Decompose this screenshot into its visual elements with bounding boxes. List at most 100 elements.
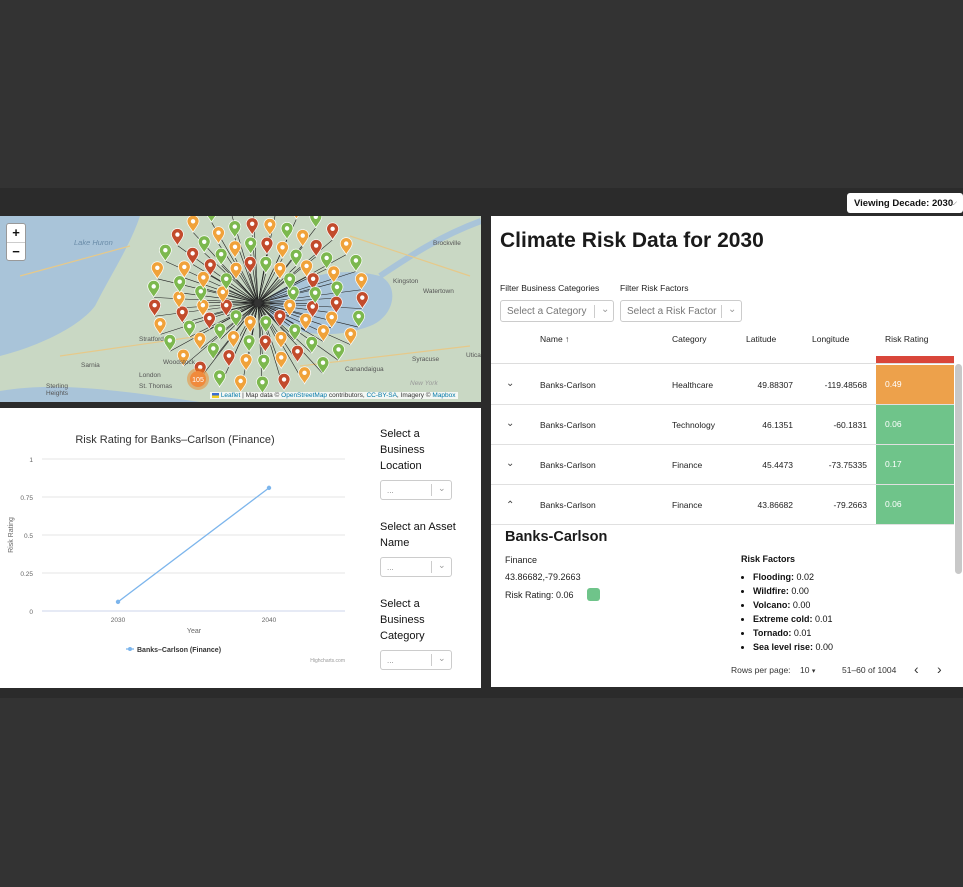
pin-dot	[309, 340, 314, 345]
pin-dot	[247, 260, 253, 265]
y-axis-title: Risk Rating	[8, 517, 15, 553]
license-link[interactable]: CC-BY-SA	[366, 392, 396, 399]
pin-dot	[330, 226, 335, 232]
rows-per-page-select[interactable]: 10 ▾	[800, 665, 815, 675]
pin-dot	[217, 326, 223, 332]
osm-link[interactable]: OpenStreetMap	[281, 392, 327, 399]
risk-factor-item: Wildfire: 0.00	[753, 584, 833, 598]
column-header-latitude[interactable]: Latitude	[746, 334, 776, 344]
category-filter-label: Filter Business Categories	[500, 283, 600, 293]
risk-factor-item: Extreme cold: 0.01	[753, 612, 833, 626]
pin-dot	[343, 241, 349, 246]
zoom-out-button[interactable]: −	[7, 243, 25, 261]
pin-dot	[151, 284, 156, 289]
detail-category: Finance	[505, 555, 538, 565]
pin-dot	[190, 251, 195, 256]
cell-risk-rating: 0.06	[876, 485, 954, 524]
risk-factor-value: 0.00	[813, 642, 834, 652]
next-page-button[interactable]: ›	[937, 661, 942, 677]
risk-factors-title: Risk Factors	[741, 554, 796, 564]
pin-dot	[263, 319, 269, 324]
expand-row-icon[interactable]: ⌄	[506, 418, 514, 429]
pin-dot	[356, 314, 361, 319]
pin-dot	[233, 313, 239, 318]
pin-dot	[331, 269, 336, 275]
column-header-longitude[interactable]: Longitude	[812, 334, 849, 344]
pin-dot	[246, 338, 252, 343]
cell-name: Banks-Carlson	[540, 420, 596, 430]
pin-dot	[287, 276, 292, 282]
pin-dot	[263, 260, 269, 265]
pin-dot	[277, 266, 283, 271]
map[interactable]: 105	[0, 216, 481, 402]
risk-factor-name: Flooding:	[753, 572, 794, 582]
risk-factor-item: Flooding: 0.02	[753, 570, 833, 584]
pin-dot	[218, 252, 224, 257]
mapbox-link[interactable]: Mapbox	[432, 392, 455, 399]
detail-risk-rating: Risk Rating: 0.06	[505, 590, 574, 600]
rows-per-page-value: 10	[800, 665, 810, 675]
pin-dot	[321, 328, 326, 333]
previous-page-button[interactable]: ‹	[914, 661, 919, 677]
pin-dot	[247, 319, 253, 324]
risk-color-swatch	[587, 588, 600, 601]
pin-dot	[155, 265, 160, 270]
pin-dot	[198, 289, 204, 294]
cell-risk-rating: 0.06	[876, 405, 954, 444]
asset-name-select[interactable]: ... ⌄	[380, 557, 452, 577]
pin-dot	[263, 338, 268, 344]
zoom-in-button[interactable]: +	[7, 224, 25, 243]
pin-dot	[250, 221, 255, 226]
pin-dot	[313, 243, 319, 248]
pin-dot	[187, 323, 192, 329]
column-header-category[interactable]: Category	[672, 334, 707, 344]
pin-dot	[190, 219, 196, 224]
pin-dot	[260, 379, 265, 385]
expand-row-icon[interactable]: ⌄	[506, 458, 514, 469]
expand-row-icon[interactable]: ⌄	[506, 378, 514, 389]
collapse-row-icon[interactable]: ⌃	[506, 500, 514, 511]
map-label-utica: Utica	[466, 352, 481, 359]
cell-latitude: 45.4473	[762, 460, 793, 470]
pin-dot	[176, 294, 182, 300]
pin-dot	[353, 258, 359, 263]
map-canvas[interactable]: 105	[0, 216, 481, 402]
pin-dot	[167, 338, 173, 343]
chevron-down-icon: ⌵	[950, 197, 957, 207]
leaflet-link[interactable]: Leaflet	[221, 392, 241, 399]
cell-category: Technology	[672, 420, 716, 430]
risk-factor-name: Sea level rise:	[753, 642, 814, 652]
pin-dot	[177, 279, 182, 284]
risk-factor-filter-select[interactable]: Select a Risk Factor ⌄	[620, 300, 742, 322]
risk-factor-name: Extreme cold:	[753, 614, 813, 624]
asset-name-label: Select an Asset Name	[380, 521, 456, 549]
pin-dot	[180, 309, 185, 315]
pin-dot	[157, 321, 163, 326]
column-header-name[interactable]: Name ↑	[540, 334, 569, 344]
category-filter-select[interactable]: Select a Category ⌄	[500, 300, 614, 322]
pin-dot	[216, 230, 221, 235]
x-tick-label: 2040	[262, 617, 277, 624]
map-label-sarnia: Sarnia	[81, 362, 100, 369]
y-tick-label: 0.75	[20, 495, 33, 502]
column-header-risk-rating[interactable]: Risk Rating	[885, 334, 928, 344]
risk-factors-list: Flooding: 0.02 Wildfire: 0.00 Volcano: 0…	[741, 570, 833, 654]
cell-category: Healthcare	[672, 380, 714, 390]
y-tick-label: 0.5	[24, 533, 33, 540]
business-category-select[interactable]: ... ⌄	[380, 650, 452, 670]
pin-dot	[360, 295, 365, 300]
pin-dot	[281, 377, 287, 382]
select-value: ...	[387, 656, 394, 665]
decade-selector[interactable]: Viewing Decade: 2030 ⌵	[847, 193, 963, 213]
x-axis-title: Year	[187, 628, 202, 635]
select-placeholder: Select a Category	[507, 306, 587, 317]
cell-longitude: -119.48568	[824, 380, 867, 390]
detail-title: Banks-Carlson	[505, 529, 608, 545]
chevron-down-icon: ⌄	[438, 560, 446, 570]
scrollbar[interactable]	[955, 364, 962, 574]
business-location-select[interactable]: ... ⌄	[380, 480, 452, 500]
pin-dot	[248, 240, 253, 246]
decade-selector-label: Viewing Decade: 2030	[854, 197, 954, 209]
select-value: ...	[387, 563, 394, 572]
pin-dot	[324, 255, 329, 261]
